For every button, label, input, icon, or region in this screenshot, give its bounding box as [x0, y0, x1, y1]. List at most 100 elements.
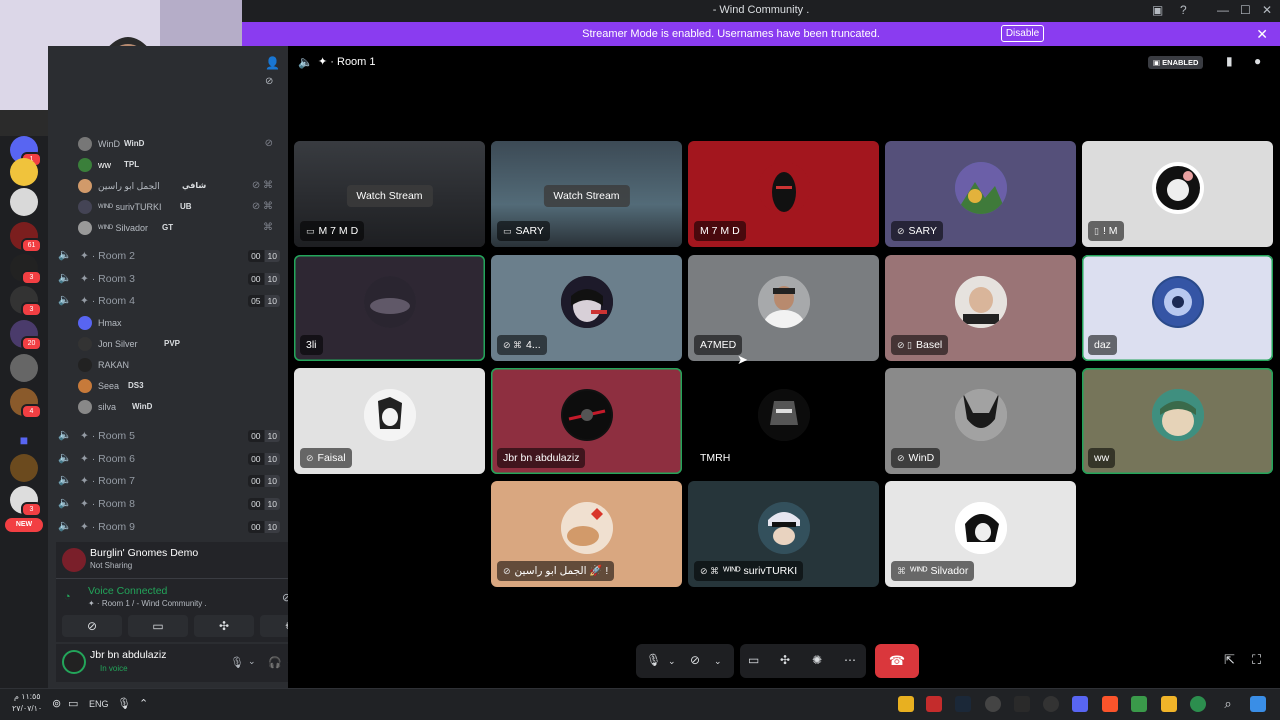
chevron-down-icon[interactable]: ⌄ [714, 656, 722, 667]
server-icon[interactable] [10, 158, 38, 186]
headphones-icon[interactable]: 🎧 [268, 656, 282, 669]
clock-date[interactable]: ٢٧/٠٧/١٠ [12, 704, 42, 713]
app-icon[interactable] [1043, 696, 1059, 712]
chrome-icon[interactable] [1190, 696, 1206, 712]
rockstar-app-icon[interactable] [898, 696, 914, 712]
close-window-button[interactable]: ✕ [1262, 3, 1272, 17]
participant-tile[interactable]: ⊘ ⌘ ᵂᴵᴺᴰ surivTURKI [688, 481, 879, 587]
voice-user[interactable]: RAKAN [78, 356, 283, 376]
add-user-icon[interactable]: 👤 [265, 56, 280, 70]
voice-user[interactable]: Hmax [78, 314, 283, 334]
participant-tile[interactable]: ⌘ ᵂᴵᴺᴰ Silvador [885, 481, 1076, 587]
folder-icon[interactable]: ■ [10, 426, 38, 454]
voice-channel-room-2[interactable]: 🔈 ✦ · Room 2 00 10 [58, 246, 280, 266]
participant-tile[interactable]: daz [1082, 255, 1273, 361]
steam-icon[interactable] [955, 696, 971, 712]
participant-tile[interactable]: ⊘ SARY [885, 141, 1076, 247]
leave-call-button[interactable]: ☎ [875, 644, 919, 678]
voice-location[interactable]: ✦ · Room 1 / - Wind Community . [88, 599, 207, 608]
participant-tile[interactable]: A7MED [688, 255, 879, 361]
server-icon[interactable]: 3 [10, 486, 42, 517]
help-icon[interactable]: ? [1180, 3, 1187, 17]
server-icon[interactable] [10, 188, 38, 216]
chevron-down-icon[interactable]: ⌄ [248, 656, 256, 667]
close-icon[interactable]: ✕ [1256, 26, 1268, 43]
voice-user[interactable]: ww TPL [78, 156, 283, 176]
participant-tile[interactable]: ⊘ WinD [885, 368, 1076, 474]
participant-tile[interactable]: ⊘ ⌘ 4... [491, 255, 682, 361]
chevron-up-icon[interactable]: ⌃ [139, 697, 148, 710]
settings-app-icon[interactable] [985, 696, 1001, 712]
chat-icon[interactable]: ● [1254, 54, 1261, 68]
search-icon[interactable]: ⌕ [1220, 696, 1236, 712]
participant-tile[interactable]: Watch Stream ▭ M 7 M D [294, 141, 485, 247]
voice-user[interactable]: Jon Silver PVP [78, 335, 283, 355]
share-screen-icon[interactable]: ▭ [748, 653, 759, 667]
server-icon[interactable]: 61 [10, 222, 42, 253]
server-icon[interactable]: 3 [10, 286, 42, 317]
signal-icon[interactable]: ◔ [64, 591, 71, 603]
voice-channel-room-8[interactable]: 🔈 ✦ · Room 8 00 10 [58, 494, 280, 514]
voice-channel-room-3[interactable]: 🔈 ✦ · Room 3 00 10 [58, 269, 280, 289]
camera-off-icon[interactable]: ⊘ [690, 653, 700, 667]
watch-stream-button[interactable]: Watch Stream [543, 185, 630, 207]
app-icon[interactable] [926, 696, 942, 712]
participant-tile[interactable]: M 7 M D [688, 141, 879, 247]
participant-tile[interactable]: ⊘ Faisal [294, 368, 485, 474]
brave-icon[interactable] [1102, 696, 1118, 712]
participant-tile[interactable]: ww [1082, 368, 1273, 474]
fullscreen-icon[interactable]: ⛶ [1252, 652, 1261, 668]
voice-channel-room-4[interactable]: 🔈 ✦ · Room 4 05 10 [58, 291, 280, 311]
activities-icon[interactable]: ✣ [780, 653, 790, 667]
participant-tile[interactable]: Jbr bn abdulaziz [491, 368, 682, 474]
voice-channel-room-5[interactable]: 🔈 ✦ · Room 5 00 10 [58, 426, 280, 446]
voice-user[interactable]: silva WinD [78, 398, 283, 418]
voice-channel-room-9[interactable]: 🔈 ✦ · Room 9 00 10 [58, 517, 280, 537]
voice-channel-room-6[interactable]: 🔈 ✦ · Room 6 00 10 [58, 449, 280, 469]
microphone-icon[interactable]: 🎙 [230, 656, 244, 669]
avatar[interactable] [62, 650, 86, 674]
microphone-icon[interactable]: 🎙 [117, 697, 131, 710]
voice-user[interactable]: الجمل ابو راسين شافي ⊘ ⌘ [78, 177, 283, 197]
popout-icon[interactable]: ⇱ [1224, 652, 1235, 668]
participant-tile[interactable]: ▯! M [1082, 141, 1273, 247]
chevron-down-icon[interactable]: ⌄ [668, 656, 676, 667]
minimize-button[interactable]: — [1217, 3, 1229, 17]
app-icon[interactable] [1131, 696, 1147, 712]
wifi-icon[interactable]: ⊚ [52, 697, 61, 710]
share-screen-button[interactable]: ▭ [128, 615, 188, 637]
server-icon[interactable]: 3 [10, 254, 42, 285]
participant-tile[interactable]: ⊘ الجمل ابو راسين 🚀 ! [491, 481, 682, 587]
server-icon[interactable]: 20 [10, 320, 42, 351]
watch-stream-button[interactable]: Watch Stream [346, 185, 433, 207]
disable-streamer-mode-button[interactable]: Disable [1001, 25, 1044, 42]
inbox-icon[interactable]: ▣ [1152, 3, 1163, 17]
participant-tile[interactable]: ⊘ ▯ Basel [885, 255, 1076, 361]
server-icon[interactable] [10, 354, 38, 382]
activities-button[interactable]: ✣ [194, 615, 254, 637]
maximize-button[interactable]: ☐ [1240, 3, 1251, 17]
voice-user[interactable]: Seea DS3 [78, 377, 283, 397]
clock-time[interactable]: ١١:٥٥ م [14, 692, 41, 701]
soundboard-icon[interactable]: ✺ [812, 653, 822, 667]
microphone-icon[interactable]: 🎙 [646, 653, 661, 667]
participant-tile[interactable]: TMRH [688, 368, 879, 474]
start-menu-icon[interactable] [1250, 696, 1266, 712]
volume-icon[interactable]: ▭ [68, 697, 78, 710]
voice-user[interactable]: ᵂᴵᴺᴰ Silvador GT ⌘ [78, 219, 283, 239]
new-servers-pill[interactable]: NEW [5, 518, 43, 532]
app-icon[interactable] [1014, 696, 1030, 712]
camera-off-button[interactable]: ⊘ [62, 615, 122, 637]
server-icon[interactable]: 4 [10, 388, 42, 419]
voice-channel-room-7[interactable]: 🔈 ✦ · Room 7 00 10 [58, 471, 280, 491]
participant-tile[interactable]: Watch Stream ▭ SARY [491, 141, 682, 247]
language-indicator[interactable]: ENG [89, 699, 109, 709]
voice-user[interactable]: ᵂᴵᴺᴰ surivTURKI UB ⊘ ⌘ [78, 198, 283, 218]
server-icon[interactable] [10, 454, 38, 482]
discord-icon[interactable] [1072, 696, 1088, 712]
voice-user[interactable]: WinD WinD ⊘ [78, 135, 283, 155]
more-options-icon[interactable]: ⋯ [844, 653, 856, 667]
participant-tile[interactable]: 3li [294, 255, 485, 361]
file-explorer-icon[interactable] [1161, 696, 1177, 712]
bookmark-icon[interactable]: ▮ [1226, 54, 1233, 68]
